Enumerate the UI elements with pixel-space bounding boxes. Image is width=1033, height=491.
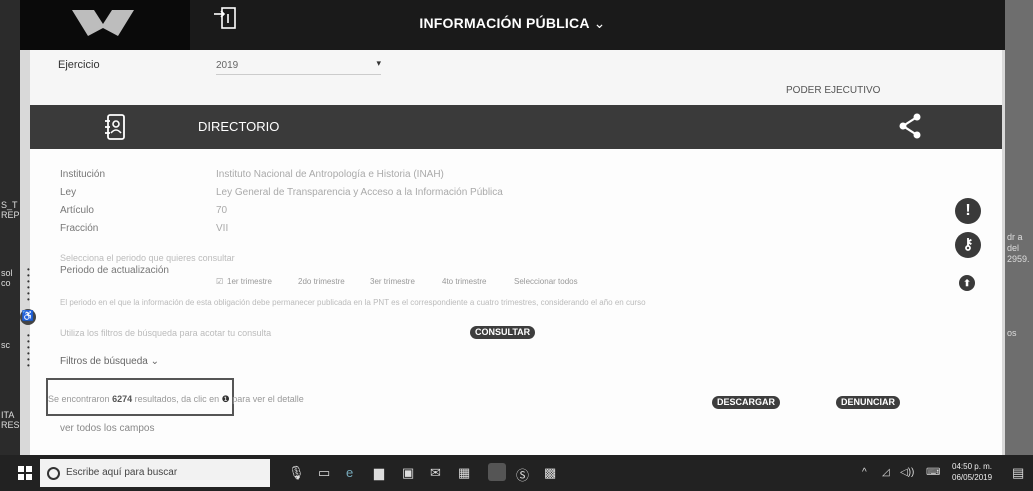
edge-text: dr a	[1007, 232, 1023, 242]
filtros-toggle[interactable]: Filtros de búsqueda ⌄	[60, 356, 159, 367]
detail-label-articulo: Artículo	[60, 205, 94, 216]
consultar-button[interactable]: CONSULTAR	[470, 326, 536, 339]
share-icon[interactable]	[898, 113, 922, 139]
taskbar-search-placeholder: Escribe aquí para buscar	[66, 467, 178, 478]
clock-date: 06/05/2019	[952, 473, 993, 482]
scroll-top-icon[interactable]: ⬆	[959, 275, 975, 291]
periodo-prompt: Selecciona el periodo que quieres consul…	[60, 253, 235, 263]
directorio-title: DIRECTORIO	[198, 119, 280, 134]
windows-start-icon[interactable]	[18, 466, 32, 480]
accessibility-widget[interactable]: • • • • • • ♿ • • • • • •	[20, 263, 36, 383]
results-suffix: resultados, da clic en	[134, 394, 220, 404]
background-window-right: dr a del 2959. os	[1005, 0, 1033, 455]
file-explorer-icon[interactable]: ▆	[374, 465, 384, 481]
content-card: Ejercicio 2019 ▾ PODER EJECUTIVO DIRECTO…	[30, 50, 1002, 455]
skype-icon[interactable]: Ⓢ	[516, 465, 529, 484]
descargar-button[interactable]: DESCARGAR	[712, 396, 781, 409]
chrome-icon[interactable]	[488, 463, 506, 481]
volume-icon[interactable]: ◁))	[900, 467, 914, 478]
dots-icon: • • • • • •	[27, 331, 30, 370]
edge-text: co	[1, 278, 11, 288]
results-prefix: Se encontraron	[48, 394, 110, 404]
denunciar-button[interactable]: DENUNCIAR	[836, 396, 900, 409]
results-summary: Se encontraron 6274 resultados, da clic …	[48, 394, 304, 405]
ejercicio-value: 2019	[216, 60, 239, 71]
info-icon[interactable]: ❶	[222, 394, 230, 404]
keyboard-icon[interactable]: ⌨	[926, 467, 940, 478]
cortana-icon	[47, 467, 60, 480]
chevron-down-icon: ⌄	[593, 15, 606, 31]
results-count: 6274	[112, 394, 133, 404]
app-icon[interactable]: ▩	[544, 465, 556, 481]
caret-down-icon: ▾	[376, 58, 381, 68]
ejercicio-select[interactable]: 2019 ▾	[216, 58, 381, 75]
mic-icon[interactable]: 🎙	[288, 465, 305, 481]
periodo-option-4[interactable]: 4to trimestre	[442, 277, 486, 286]
clock-time: 04:50 p. m.	[952, 462, 993, 471]
ver-todos-link[interactable]: ver todos los campos	[60, 423, 155, 434]
detail-value-fraccion: VII	[216, 223, 229, 234]
edge-text: S_T	[1, 200, 18, 210]
background-window-left: S_T REP sol co sc ITA RES	[0, 0, 20, 455]
portal-title: INFORMACIÓN PÚBLICA	[419, 15, 590, 31]
portal-menu[interactable]: INFORMACIÓN PÚBLICA ⌄	[20, 15, 1005, 32]
detail-label-fraccion: Fracción	[60, 223, 99, 234]
periodo-option-2[interactable]: 2do trimestre	[298, 277, 345, 286]
periodo-option-todos[interactable]: Seleccionar todos	[514, 277, 578, 286]
edge-text: REP	[1, 210, 20, 220]
edge-text: sc	[1, 340, 10, 350]
task-view-icon[interactable]: ▭	[318, 465, 330, 481]
tray-chevron-up-icon[interactable]: ^	[862, 467, 867, 478]
directorio-header: DIRECTORIO	[30, 105, 1002, 149]
detail-label-institucion: Institución	[60, 169, 106, 180]
periodo-option-3[interactable]: 3er trimestre	[370, 277, 415, 286]
detail-value-articulo: 70	[216, 205, 228, 216]
taskbar-clock[interactable]: 04:50 p. m. 06/05/2019	[952, 461, 992, 483]
filtros-label: Filtros de búsqueda	[60, 356, 148, 367]
edge-text: ITA	[1, 410, 15, 420]
permanencia-note: El periodo en el que la información de e…	[60, 298, 646, 307]
accessibility-icon[interactable]: ♿	[20, 309, 36, 325]
taskbar-search-box[interactable]: Escribe aquí para buscar	[40, 459, 270, 487]
taskbar: Escribe aquí para buscar 🎙 ▭ e ▆ ▣ ✉ ▦ Ⓢ…	[0, 455, 1033, 491]
edge-browser-icon[interactable]: e	[346, 465, 353, 480]
periodo-option-1[interactable]: 1er trimestre	[227, 277, 272, 286]
notifications-icon[interactable]: ▤	[1012, 465, 1024, 481]
dots-icon: • • • • • •	[27, 265, 30, 304]
ejercicio-label: Ejercicio	[58, 59, 100, 71]
results-tail: para ver el detalle	[232, 394, 304, 404]
poder-label: PODER EJECUTIVO	[786, 85, 881, 96]
edge-text: 2959.	[1007, 254, 1030, 264]
key-icon[interactable]: ⚷	[955, 232, 981, 258]
portal-header: INFORMACIÓN PÚBLICA ⌄	[20, 0, 1005, 50]
detail-label-ley: Ley	[60, 187, 77, 198]
periodo-checkbox-icon[interactable]: ☑	[216, 277, 223, 286]
alert-icon[interactable]: !	[955, 198, 981, 224]
edge-text: RES	[1, 420, 20, 430]
mail-icon[interactable]: ✉	[430, 465, 441, 481]
edge-text: del	[1007, 243, 1020, 253]
edge-text: sol	[1, 268, 13, 278]
contact-book-icon	[105, 114, 125, 140]
ejercicio-row: Ejercicio 2019 ▾ PODER EJECUTIVO	[30, 50, 1002, 105]
periodo-label: Periodo de actualización	[60, 265, 169, 276]
chevron-down-icon: ⌄	[150, 356, 160, 367]
edge-text: os	[1007, 328, 1017, 338]
filtros-hint: Utiliza los filtros de búsqueda para aco…	[60, 328, 272, 338]
network-icon[interactable]: ◿	[882, 467, 890, 478]
store-icon[interactable]: ▣	[402, 465, 414, 481]
detail-value-ley: Ley General de Transparencia y Acceso a …	[216, 187, 503, 198]
calendar-icon[interactable]: ▦	[458, 465, 470, 481]
detail-value-institucion: Instituto Nacional de Antropología e His…	[216, 169, 444, 180]
